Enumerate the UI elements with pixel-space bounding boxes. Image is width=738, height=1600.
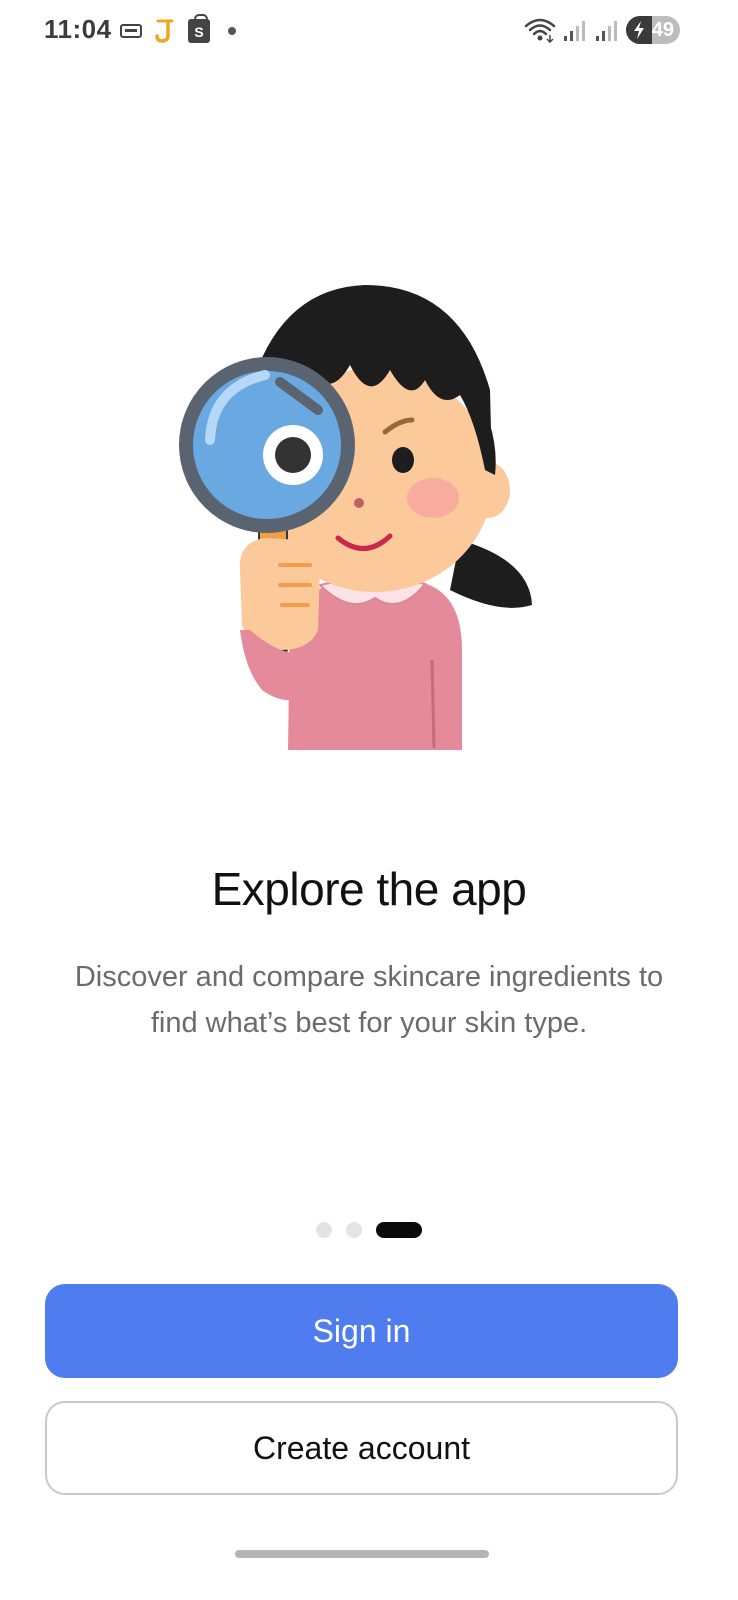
wifi-icon bbox=[524, 18, 556, 43]
create-account-label: Create account bbox=[252, 1429, 470, 1466]
card-icon bbox=[120, 24, 142, 38]
charging-bolt-icon bbox=[634, 21, 644, 39]
page-dot-1[interactable] bbox=[316, 1222, 332, 1238]
shopping-bag-letter: S bbox=[194, 24, 204, 40]
notification-icons: S bbox=[120, 14, 236, 44]
system-icons: 49 bbox=[524, 16, 680, 44]
page-dot-3-active[interactable] bbox=[376, 1222, 422, 1238]
battery-level: 49 bbox=[651, 19, 674, 41]
signal-icon bbox=[564, 21, 585, 41]
signal-icon bbox=[596, 21, 617, 41]
home-indicator[interactable] bbox=[235, 1550, 489, 1558]
sign-in-button[interactable]: Sign in bbox=[45, 1284, 678, 1378]
sign-in-label: Sign in bbox=[312, 1312, 411, 1349]
battery-icon: 49 bbox=[626, 16, 680, 44]
onboarding-title: Explore the app bbox=[211, 863, 527, 915]
j-app-icon bbox=[155, 19, 174, 43]
girl-with-magnifying-glass-illustration bbox=[179, 285, 532, 750]
onboarding-subtitle: Discover and compare skincare ingredient… bbox=[74, 961, 664, 1039]
shopping-bag-icon: S bbox=[188, 14, 210, 43]
page-dot-2[interactable] bbox=[346, 1222, 362, 1238]
dot-icon bbox=[228, 27, 236, 35]
create-account-button[interactable]: Create account bbox=[45, 1401, 678, 1495]
status-time: 11:04 bbox=[44, 14, 112, 44]
page-indicator bbox=[0, 1222, 738, 1238]
status-bar: 11:04 S 49 bbox=[0, 0, 738, 60]
